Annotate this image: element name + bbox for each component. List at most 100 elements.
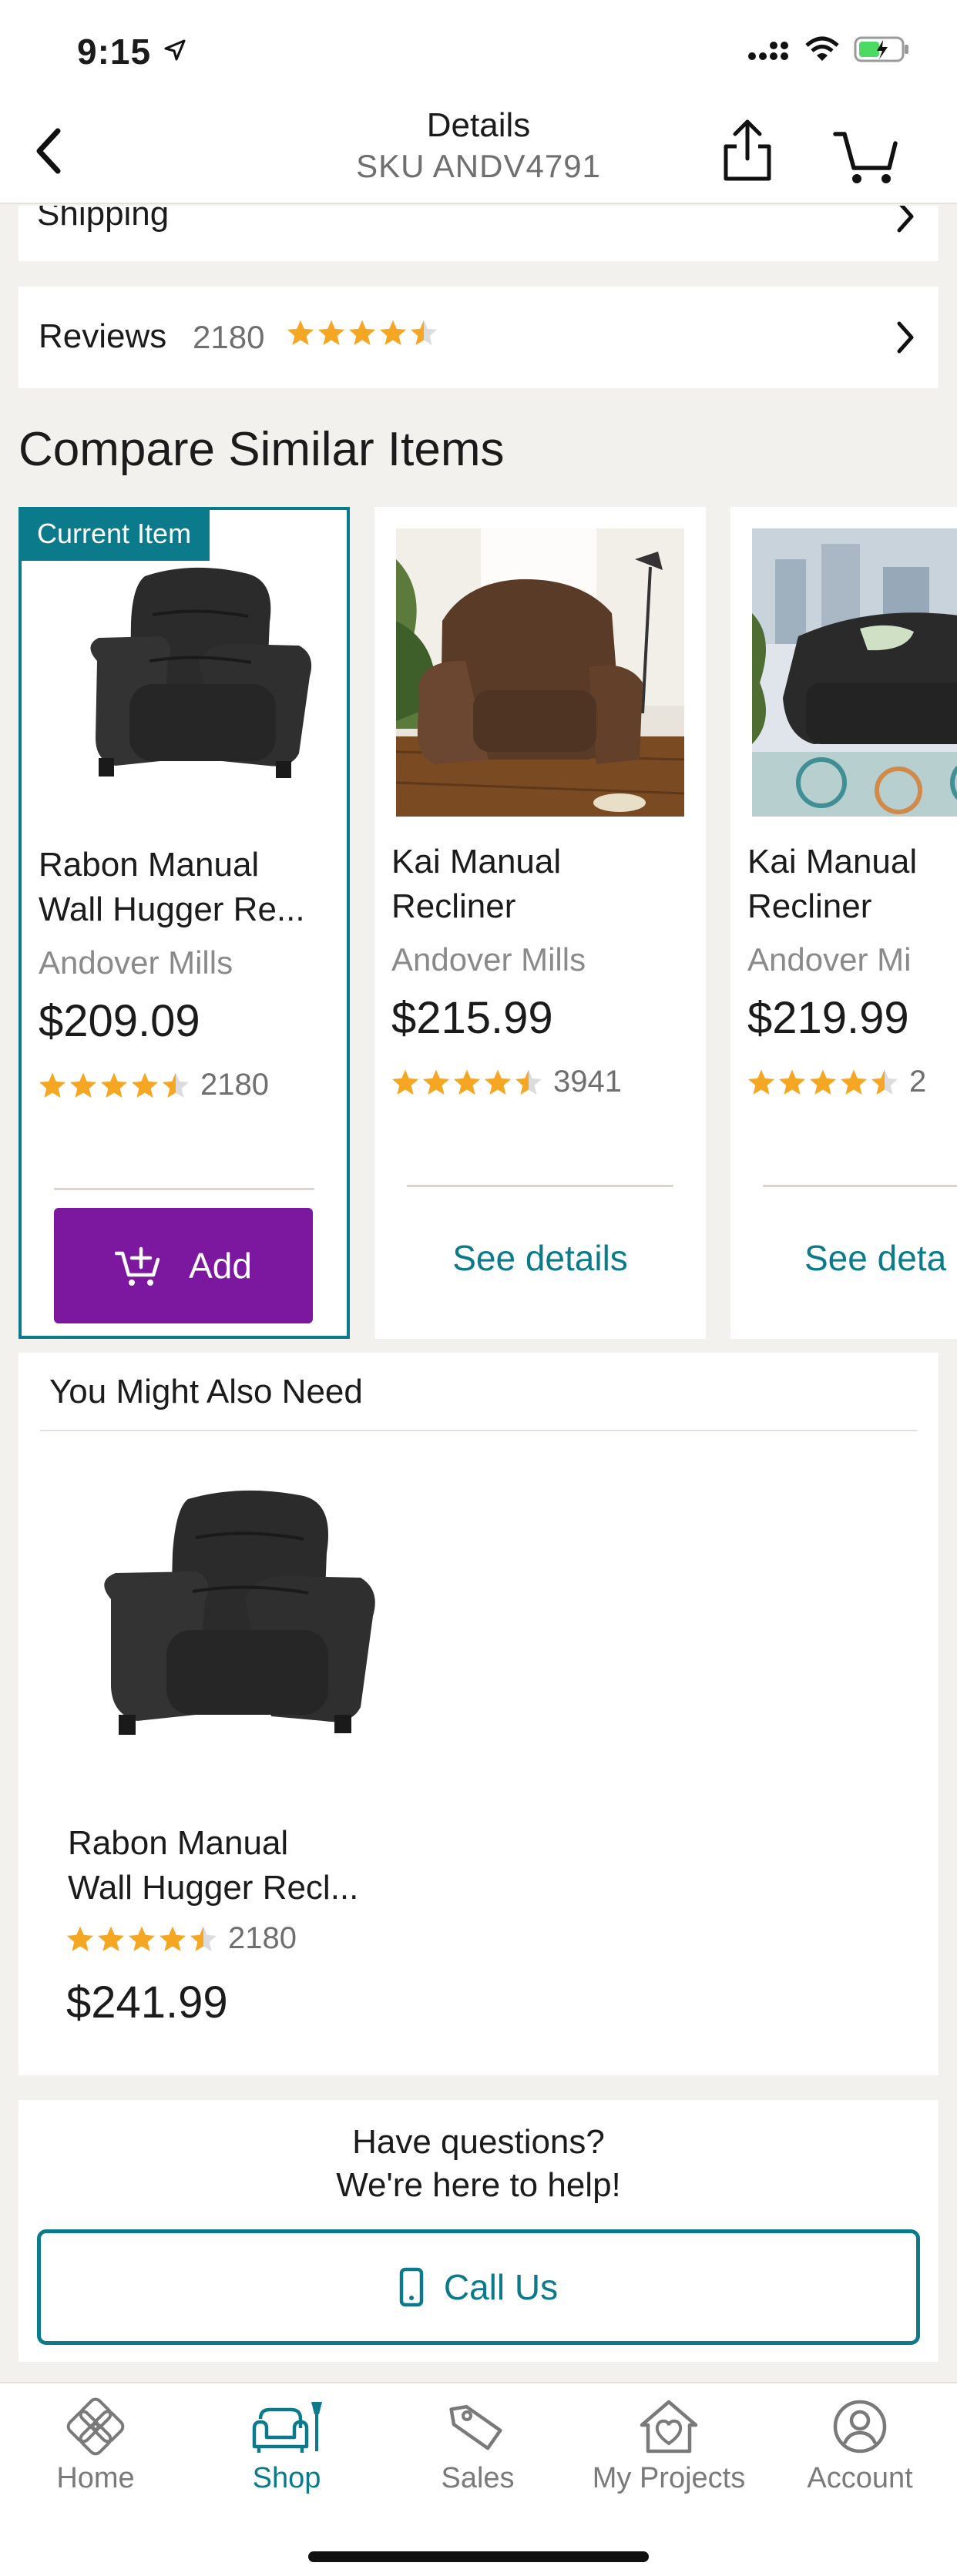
product-rating: 2180 (66, 1921, 297, 1956)
review-count: 2 (909, 1065, 927, 1098)
status-bar: 9:15 (0, 0, 957, 100)
help-subheading: We're here to help! (336, 2166, 621, 2204)
star-icon (453, 1068, 481, 1095)
tab-label: My Projects (592, 2462, 746, 2494)
product-rating: 2 (747, 1065, 926, 1099)
star-icon (317, 320, 345, 345)
product-rating: 2180 (39, 1068, 269, 1102)
see-details-link[interactable]: See deta (804, 1237, 957, 1279)
product-image[interactable] (80, 1484, 388, 1761)
status-time: 9:15 (77, 32, 152, 72)
reviews-row[interactable]: Reviews 2180 (18, 287, 939, 388)
compare-carousel[interactable]: Current Item Rabon Manual Wall Hugger Re… (0, 507, 957, 1339)
star-icon (871, 1068, 898, 1095)
tab-shop[interactable]: Shop (191, 2397, 382, 2513)
star-icon (348, 320, 376, 345)
product-name-line: Recliner (747, 887, 872, 925)
shipping-label: Shipping (37, 206, 170, 233)
add-to-cart-icon (115, 1246, 160, 1286)
stars-graphic (66, 1925, 217, 1951)
product-name: Kai Manual Recliner (747, 840, 957, 929)
product-image (395, 528, 685, 817)
cellular-signal-icon (748, 42, 788, 60)
product-name-line: Wall Hugger Recl... (68, 1869, 359, 1907)
product-brand: Andover Mills (391, 941, 586, 978)
account-icon (833, 2400, 887, 2454)
star-rating (39, 1072, 190, 1099)
tag-icon (449, 2404, 502, 2450)
stars-graphic (287, 320, 438, 345)
star-icon (287, 320, 314, 345)
tab-sales[interactable]: Sales (382, 2397, 573, 2513)
star-icon (391, 1068, 419, 1095)
divider (763, 1185, 957, 1187)
product-image (752, 528, 957, 817)
review-count: 2180 (228, 1921, 297, 1955)
product-price: $215.99 (391, 993, 553, 1043)
shop-icon (252, 2402, 322, 2453)
also-need-title: You Might Also Need (49, 1373, 363, 1410)
compare-item-card[interactable]: Kai Manual Recliner Andover Mi $219.99 2… (730, 507, 957, 1339)
tab-home[interactable]: Home (0, 2397, 191, 2513)
star-icon (379, 320, 407, 345)
star-rating (287, 319, 438, 347)
stars-graphic (39, 1072, 190, 1098)
divider (40, 1430, 917, 1431)
help-heading: Have questions? (352, 2123, 605, 2161)
call-us-button[interactable]: Call Us (37, 2229, 920, 2345)
share-icon (724, 119, 771, 181)
add-button-label: Add (189, 1246, 252, 1286)
home-indicator (308, 2551, 649, 2562)
product-price: $241.99 (66, 1977, 228, 2028)
star-icon (159, 1925, 186, 1951)
product-name-line: Kai Manual (747, 843, 918, 880)
star-rating (66, 1925, 217, 1953)
star-icon (190, 1925, 217, 1951)
product-name: Rabon Manual Wall Hugger Re... (39, 843, 339, 932)
star-icon (39, 1072, 66, 1098)
stars-graphic (747, 1068, 898, 1095)
product-name-line: Rabon Manual (68, 1824, 289, 1862)
location-arrow-icon (164, 39, 186, 61)
product-name: Kai Manual Recliner (391, 840, 692, 929)
tab-my-projects[interactable]: My Projects (573, 2397, 764, 2513)
compare-item-card[interactable]: Kai Manual Recliner Andover Mills $215.9… (374, 507, 706, 1339)
star-icon (69, 1072, 97, 1098)
tab-label: Sales (441, 2462, 515, 2494)
star-icon (410, 320, 438, 345)
bottom-tab-bar: Home Shop Sales My Projects Account (0, 2382, 957, 2576)
shipping-row[interactable]: Shipping (18, 206, 939, 261)
star-rating (747, 1068, 898, 1096)
star-rating (391, 1068, 542, 1096)
projects-icon (640, 2400, 698, 2454)
divider (407, 1185, 673, 1187)
also-need-section: You Might Also Need Rabon Manual Wall Hu… (18, 1353, 939, 2075)
share-button[interactable] (717, 116, 778, 185)
tab-account[interactable]: Account (764, 2397, 955, 2513)
nav-header: Details SKU ANDV4791 (0, 100, 957, 204)
current-item-badge: Current Item (22, 510, 210, 561)
star-icon (66, 1925, 94, 1951)
status-indicators (747, 35, 911, 63)
product-image (45, 530, 330, 815)
add-to-cart-button[interactable]: Add (54, 1208, 313, 1323)
star-icon (809, 1068, 837, 1095)
reviews-count: 2180 (193, 319, 265, 355)
chevron-right-icon (897, 321, 914, 354)
product-name[interactable]: Rabon Manual Wall Hugger Recl... (68, 1821, 407, 1910)
product-rating: 3941 (391, 1065, 622, 1099)
star-icon (131, 1072, 159, 1098)
star-icon (840, 1068, 868, 1095)
star-icon (747, 1068, 775, 1095)
star-icon (97, 1925, 125, 1951)
cart-button[interactable] (832, 119, 902, 188)
see-details-link[interactable]: See details (374, 1237, 706, 1279)
stars-graphic (391, 1068, 542, 1095)
review-count: 3941 (553, 1065, 622, 1098)
compare-item-card[interactable]: Current Item Rabon Manual Wall Hugger Re… (18, 507, 350, 1339)
divider (54, 1188, 314, 1190)
wifi-icon (805, 36, 839, 61)
help-section: Have questions? We're here to help! Call… (18, 2100, 939, 2362)
product-name-line: Kai Manual (391, 843, 562, 880)
star-icon (484, 1068, 512, 1095)
